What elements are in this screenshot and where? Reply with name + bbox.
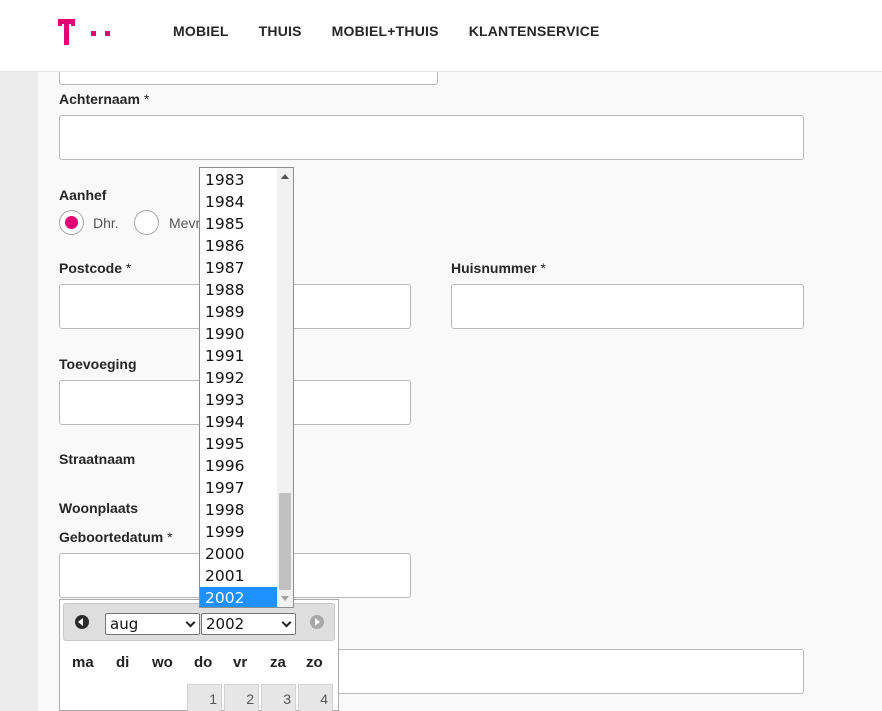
weekday-header: do	[194, 654, 213, 671]
scroll-down-arrow-icon[interactable]	[281, 596, 289, 601]
year-option[interactable]: 2001	[200, 565, 277, 587]
year-option[interactable]: 1989	[200, 301, 277, 323]
prev-month-icon[interactable]	[75, 615, 89, 629]
geboortedatum-label: Geboortedatum *	[59, 529, 173, 545]
year-option[interactable]: 2000	[200, 543, 277, 565]
year-option[interactable]: 1991	[200, 345, 277, 367]
straatnaam-label: Straatnaam	[59, 451, 136, 467]
huisnummer-label-text: Huisnummer	[451, 260, 537, 276]
year-option[interactable]: 1997	[200, 477, 277, 499]
dropdown-scrollbar[interactable]	[277, 168, 293, 607]
nav-mobiel[interactable]: MOBIEL	[173, 23, 229, 39]
aanhef-radio-mevr[interactable]	[134, 210, 159, 235]
month-select-value: aug	[110, 615, 139, 633]
year-option[interactable]: 1988	[200, 279, 277, 301]
logo-t-stem	[64, 19, 69, 45]
weekday-header: wo	[152, 654, 173, 671]
weekday-header: zo	[306, 654, 323, 671]
radio-dot	[65, 216, 78, 229]
calendar-day[interactable]: 1	[187, 684, 222, 711]
chevron-down-icon	[185, 617, 196, 628]
year-option[interactable]: 1995	[200, 433, 277, 455]
scrollbar-thumb[interactable]	[279, 493, 291, 590]
month-select[interactable]: aug	[105, 613, 200, 635]
next-month-icon[interactable]	[310, 615, 324, 629]
datepicker-header: aug 2002	[63, 603, 335, 641]
year-option-selected[interactable]: 2002	[200, 587, 277, 607]
nav-klantenservice[interactable]: KLANTENSERVICE	[469, 23, 600, 39]
telekom-logo[interactable]	[58, 19, 114, 45]
main-nav: MOBIEL THUIS MOBIEL+THUIS KLANTENSERVICE	[173, 23, 600, 39]
year-option[interactable]: 1996	[200, 455, 277, 477]
aanhef-radio-dhr[interactable]	[59, 210, 84, 235]
required-mark: *	[540, 260, 546, 276]
year-dropdown-list[interactable]: 1983 1984 1985 1986 1987 1988 1989 1990 …	[199, 167, 294, 608]
postcode-label-text: Postcode	[59, 260, 123, 276]
year-option[interactable]: 1986	[200, 235, 277, 257]
datepicker: aug 2002 ma di wo do vr za zo 1 2 3 4	[59, 599, 339, 711]
weekday-header: za	[270, 654, 286, 671]
geboortedatum-label-text: Geboortedatum	[59, 529, 164, 545]
year-option[interactable]: 1999	[200, 521, 277, 543]
chevron-down-icon	[281, 617, 292, 628]
toevoeging-label: Toevoeging	[59, 356, 137, 372]
aanhef-label: Aanhef	[59, 187, 107, 203]
weekday-header: vr	[233, 654, 248, 671]
weekday-header: di	[116, 654, 130, 671]
achternaam-label: Achternaam *	[59, 91, 149, 107]
huisnummer-label: Huisnummer *	[451, 260, 546, 276]
year-option[interactable]: 1994	[200, 411, 277, 433]
nav-mobiel-thuis[interactable]: MOBIEL+THUIS	[332, 23, 439, 39]
year-option[interactable]: 1987	[200, 257, 277, 279]
year-option[interactable]: 1990	[200, 323, 277, 345]
logo-dot	[91, 31, 96, 36]
calendar-day[interactable]: 3	[261, 684, 296, 711]
scroll-up-arrow-icon[interactable]	[281, 174, 289, 179]
logo-dot	[105, 31, 110, 36]
weekday-header: ma	[72, 654, 94, 671]
year-option[interactable]: 1998	[200, 499, 277, 521]
woonplaats-label: Woonplaats	[59, 500, 139, 516]
year-option[interactable]: 1992	[200, 367, 277, 389]
page-gutter	[0, 72, 38, 711]
year-option[interactable]: 1985	[200, 213, 277, 235]
year-option[interactable]: 1984	[200, 191, 277, 213]
postcode-label: Postcode *	[59, 260, 131, 276]
year-select[interactable]: 2002	[201, 613, 296, 635]
calendar-day[interactable]: 4	[298, 684, 333, 711]
calendar-day[interactable]: 2	[224, 684, 259, 711]
required-mark: *	[143, 91, 150, 107]
required-mark: *	[167, 529, 173, 545]
site-header: MOBIEL THUIS MOBIEL+THUIS KLANTENSERVICE	[0, 0, 882, 72]
aanhef-dhr-label[interactable]: Dhr.	[93, 215, 119, 231]
required-mark: *	[125, 260, 132, 276]
achternaam-label-text: Achternaam	[59, 91, 140, 107]
achternaam-input[interactable]	[59, 115, 804, 160]
year-option[interactable]: 1993	[200, 389, 277, 411]
year-option[interactable]: 1983	[200, 169, 277, 191]
next-field-input[interactable]	[336, 649, 804, 694]
year-select-value: 2002	[206, 615, 245, 633]
huisnummer-input[interactable]	[451, 284, 804, 329]
nav-thuis[interactable]: THUIS	[259, 23, 302, 39]
